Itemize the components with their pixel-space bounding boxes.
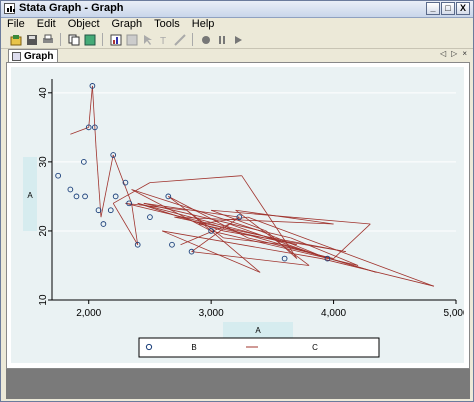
x-tick-label: 3,000 (199, 308, 224, 319)
legend-label-c: C (312, 343, 318, 352)
tab-row: Graph ◁ ▷ × (1, 48, 473, 63)
pointer-icon (141, 33, 154, 46)
menu-tools[interactable]: Tools (154, 18, 180, 30)
recorder-icon (125, 33, 138, 46)
toolbar: T (1, 31, 473, 49)
legend-label-b: B (191, 343, 196, 352)
play-icon[interactable] (231, 33, 244, 46)
graph-editor-icon[interactable] (109, 33, 122, 46)
add-line-icon (173, 33, 186, 46)
save-icon[interactable] (25, 33, 38, 46)
menu-help[interactable]: Help (192, 18, 215, 30)
y-ticks: 10 20 30 40 (38, 87, 52, 306)
x-axis-title: A (255, 326, 261, 335)
rename-icon[interactable] (83, 33, 96, 46)
graph-tab-icon (12, 52, 21, 61)
add-text-icon: T (157, 33, 170, 46)
x-tick-label: 4,000 (321, 308, 346, 319)
y-tick-label: 10 (38, 294, 49, 306)
stata-graph-window: Stata Graph - Graph _ □ X File Edit Obje… (0, 0, 474, 402)
graph-region: 10 20 30 40 2,000 3,000 4,000 5,000 A A B C (11, 67, 469, 363)
y-tick-label: 30 (38, 156, 49, 168)
open-icon[interactable] (9, 33, 22, 46)
x-tick-label: 2,000 (76, 308, 101, 319)
status-bar (6, 369, 470, 399)
copy-icon[interactable] (67, 33, 80, 46)
print-icon[interactable] (41, 33, 54, 46)
tab-prev-icon[interactable]: ◁ (440, 49, 446, 58)
y-tick-label: 40 (38, 87, 49, 99)
menu-graph[interactable]: Graph (112, 18, 143, 30)
tab-close-icon[interactable]: × (462, 49, 467, 58)
pause-icon[interactable] (215, 33, 228, 46)
tab-graph[interactable]: Graph (8, 49, 59, 63)
scatter-chart[interactable]: 10 20 30 40 2,000 3,000 4,000 5,000 A A B C (11, 67, 469, 363)
title-bar: Stata Graph - Graph _ □ X (1, 1, 473, 18)
y-tick-label: 20 (38, 225, 49, 237)
legend (138, 337, 380, 358)
y-axis-title: A (27, 191, 33, 200)
stata-graph-icon (4, 3, 15, 14)
maximize-button[interactable]: □ (441, 2, 455, 15)
x-ticks: 2,000 3,000 4,000 5,000 (76, 300, 469, 319)
svg-text:T: T (160, 36, 166, 46)
record-icon[interactable] (199, 33, 212, 46)
menu-bar: File Edit Object Graph Tools Help (1, 17, 473, 31)
close-button[interactable]: X (456, 2, 470, 15)
tab-next-icon[interactable]: ▷ (451, 49, 457, 58)
window-title: Stata Graph - Graph (19, 2, 124, 14)
menu-edit[interactable]: Edit (37, 18, 56, 30)
minimize-button[interactable]: _ (426, 2, 440, 15)
menu-object[interactable]: Object (68, 18, 100, 30)
tab-graph-label: Graph (24, 51, 54, 62)
graph-frame: 10 20 30 40 2,000 3,000 4,000 5,000 A A B C (6, 62, 470, 369)
menu-file[interactable]: File (7, 18, 25, 30)
x-tick-label: 5,000 (443, 308, 464, 319)
